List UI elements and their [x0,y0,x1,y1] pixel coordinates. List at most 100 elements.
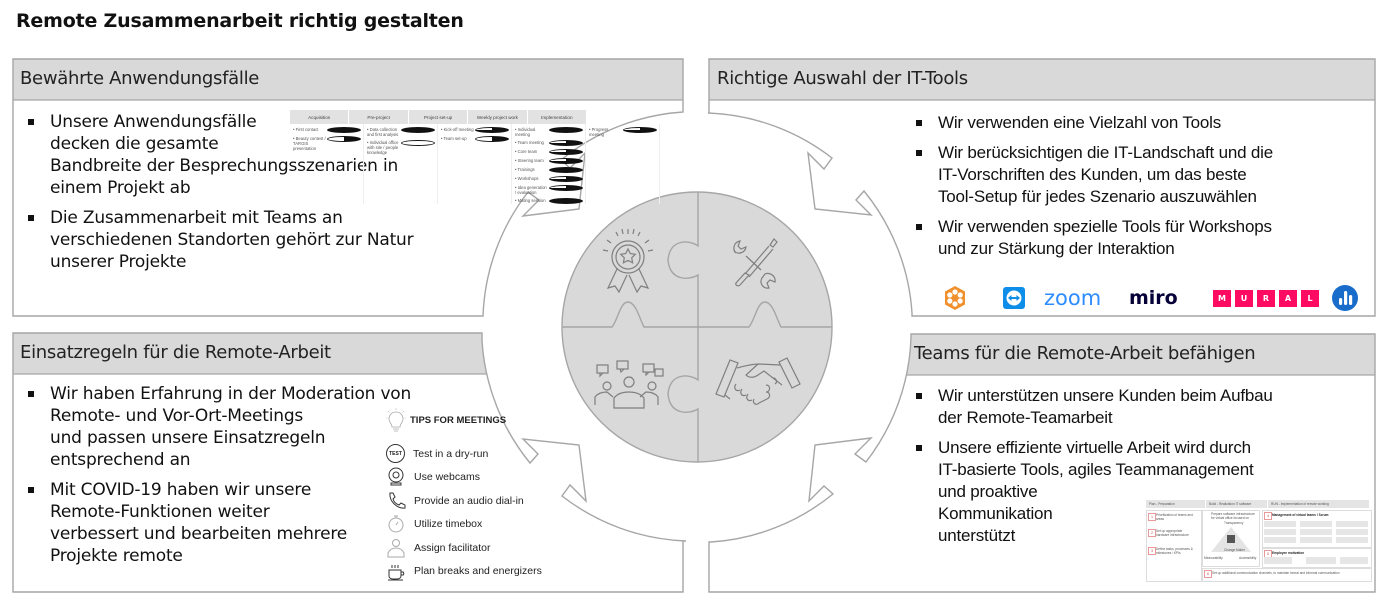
process-item: • Individual meeting [515,127,583,137]
process-item-label: • Individual office with site / people k… [367,140,399,155]
bullet-item: Wir verwenden spezielle Tools für Worksh… [906,216,1376,260]
harvey-ball-icon [401,127,435,133]
harvey-ball-icon [549,127,583,133]
flower-logo-icon [942,283,968,313]
remote-plan-image: Plan - Preparation Build - Realization I… [1146,500,1372,582]
tip-item: Plan breaks and energizers [386,560,546,584]
mural-letter-block: L [1301,289,1319,307]
process-item: • Team meeting [515,140,583,146]
process-item-label: • Team meeting [515,140,544,145]
process-item-label: • First contact [293,127,319,132]
harvey-ball-icon [623,127,657,133]
process-item: • Trainings [515,167,583,173]
tip-item: TEST Test in a dry-run [386,442,546,466]
process-item: • Mating session [515,198,583,204]
process-item: • Kick-off meeting [441,127,509,133]
process-item-label: • Individual meeting [515,127,536,137]
tip-item: Assign facilitator [386,536,546,560]
process-item: • Individual office with site / people k… [367,140,435,155]
process-item-label: • Trainings [515,167,535,172]
panel-header-top-left: Bewährte Anwendungsfälle [20,68,260,89]
test-badge-icon: TEST [386,444,405,464]
mural-letter-block: R [1257,289,1275,307]
bullet-list-top-right: Wir verwenden eine Vielzahl von Tools Wi… [906,112,1376,268]
process-item-label: • Mating session [515,198,546,203]
harvey-ball-icon [549,167,583,173]
tips-title: TIPS FOR MEETINGS [410,414,507,426]
bar-chart-logo-icon [1331,283,1359,313]
process-item: • Beauty contest / TARGIS presentation [293,136,361,151]
process-item: • Progress meeting [589,127,657,137]
process-item-label: • Data collection and first analysis [367,127,399,137]
harvey-ball-icon [549,185,583,191]
process-column: • Data collection and first analysis • In… [364,124,438,204]
harvey-ball-icon [549,198,583,204]
tip-item: Utilize timebox [386,513,546,537]
process-item: • Team set-up [441,136,509,142]
process-item-label: • Workshops [515,176,539,181]
panel-header-bottom-left: Einsatzregeln für die Remote-Arbeit [20,342,331,363]
mural-letter-block: M [1213,289,1231,307]
mural-letter-block: U [1235,289,1253,307]
tip-item: Use webcams [386,466,546,490]
miro-logo: miro [1129,287,1178,309]
tip-item: Provide an audio dial-in [386,489,546,513]
zoom-logo: zoom [1044,286,1102,310]
tool-logos: zoom miro MURAL [940,283,1365,313]
bullet-item: Wir unterstützen unsere Kunden beim Aufb… [906,385,1376,429]
process-item-label: • Steering team [515,158,544,163]
puzzle-circle [561,191,833,463]
phase-project-setup: Project set-up [409,110,469,124]
harvey-ball-icon [327,127,361,133]
process-item: • Core team [515,149,583,155]
plan-phases: Plan - Preparation Build - Realization I… [1146,500,1370,508]
harvey-ball-icon [549,158,583,164]
harvey-ball-icon [549,140,583,146]
process-table-image: Acquisition Pre-project Project set-up W… [290,110,660,205]
process-item-label: • Kick-off meeting [441,127,474,132]
teamviewer-logo-icon [1003,283,1025,313]
process-item: • Workshops [515,176,583,182]
process-phases: Acquisition Pre-project Project set-up W… [290,110,588,124]
phase-weekly-work: Weekly project work [468,110,528,124]
harvey-ball-icon [401,140,435,146]
phone-icon [389,492,406,509]
meeting-tips-image: TIPS FOR MEETINGS TEST Test in a dry-run… [386,408,546,583]
phase-implementation: Implementation [528,110,588,124]
panel-header-bottom-right: Teams für die Remote-Arbeit befähigen [914,343,1256,364]
process-item: • Steering team [515,158,583,164]
process-item-label: • Progress meeting [589,127,609,137]
process-item: • Data collection and first analysis [367,127,435,137]
process-item: • First contact [293,127,361,133]
bullet-item: Wir verwenden eine Vielzahl von Tools [906,112,1376,134]
bullet-item: Die Zusammenarbeit mit Teams an verschie… [18,207,488,273]
process-columns: • First contact • Beauty contest / TARGIS… [290,124,660,204]
panel-header-top-right: Richtige Auswahl der IT-Tools [717,68,968,89]
process-column: • Progress meeting [586,124,660,204]
process-item-label: • Idea generation / evaluation [515,185,547,195]
facilitator-icon [387,538,405,558]
mural-logo: MURAL [1213,283,1323,313]
stopwatch-icon [388,515,404,533]
process-item-label: • Beauty contest / TARGIS presentation [293,136,326,151]
process-column: • Individual meeting • Team meeting • Core… [512,124,586,204]
harvey-ball-icon [549,149,583,155]
harvey-ball-icon [475,127,509,133]
mural-letter-block: A [1279,289,1297,307]
process-item-label: • Team set-up [441,136,467,141]
lightbulb-icon [386,408,406,432]
coffee-cup-icon [388,565,405,581]
process-item-label: • Core team [515,149,538,154]
bullet-item: Wir berücksichtigen die IT-Landschaft un… [906,142,1376,208]
phase-acquisition: Acquisition [290,110,350,124]
process-column: • Kick-off meeting • Team set-up [438,124,512,204]
process-column: • First contact • Beauty contest / TARGIS… [290,124,364,204]
harvey-ball-icon [475,136,509,142]
harvey-ball-icon [549,176,583,182]
process-item: • Idea generation / evaluation [515,185,583,195]
phase-pre-project: Pre-project [349,110,409,124]
tips-title-row: TIPS FOR MEETINGS [386,408,546,432]
page-title: Remote Zusammenarbeit richtig gestalten [16,10,464,32]
webcam-icon [388,467,404,486]
harvey-ball-icon [327,136,361,142]
